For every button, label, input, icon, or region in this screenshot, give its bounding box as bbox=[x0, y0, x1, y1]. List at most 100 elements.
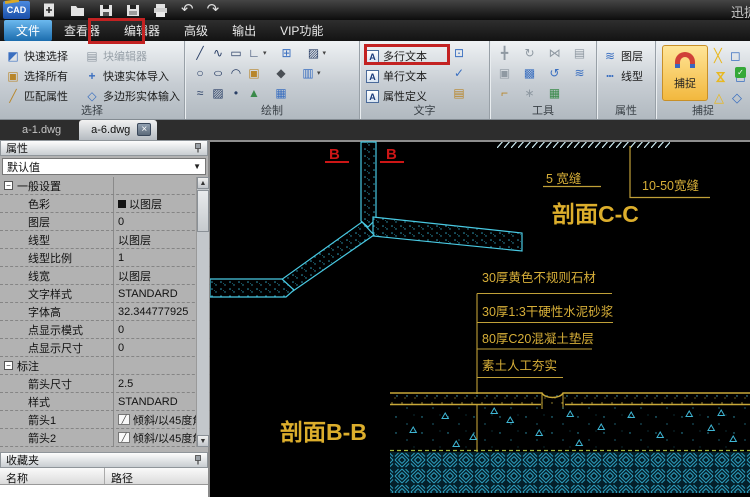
polygon-entity-input-icon: ◇ bbox=[85, 89, 99, 103]
section-general-settings[interactable]: − 一般设置 bbox=[0, 177, 210, 195]
scale-icon[interactable]: ▣ bbox=[496, 66, 513, 80]
polyline-dropdown-icon[interactable]: ▾ bbox=[263, 49, 267, 57]
redo-icon[interactable]: ↷ bbox=[207, 0, 220, 20]
save-icon[interactable] bbox=[99, 4, 113, 17]
property-row-linetype-scale[interactable]: 线型比例 1 bbox=[0, 249, 210, 267]
property-row-arrow2[interactable]: 箭头2 ╱ 倾斜/以45度角 bbox=[0, 429, 210, 447]
spell-check-icon[interactable]: ✓ bbox=[452, 66, 466, 86]
property-row-arrow1[interactable]: 箭头1 ╱ 倾斜/以45度角 bbox=[0, 411, 210, 429]
gap-label-5: 5 宽缝 bbox=[546, 171, 581, 186]
move-icon[interactable]: ╋ bbox=[496, 46, 513, 60]
menu-vip[interactable]: VIP功能 bbox=[268, 20, 335, 41]
property-row-linetype[interactable]: 线型 以图层 bbox=[0, 231, 210, 249]
snap-toggle-button[interactable]: ✓ 捕捉 bbox=[662, 45, 708, 101]
table-icon[interactable]: ▦ bbox=[274, 86, 288, 100]
scrollbar[interactable]: ▲ ▼ bbox=[196, 177, 209, 447]
hatch-icon[interactable]: ▨ bbox=[211, 86, 225, 100]
ribbon-group-draw: ╱ ∿ ▭ ∟ ▾ ⊞ ▨ ▾ ○ ○ ◠ ▣ ◆ ▥ ▾ ≈ ▨ • ▲ ▦ … bbox=[185, 41, 360, 119]
single-text-button[interactable]: A 单行文本 bbox=[360, 66, 452, 86]
preset-dropdown[interactable]: 默认值 ▼ bbox=[2, 158, 206, 175]
tab-a1-dwg[interactable]: a-1.dwg bbox=[7, 121, 76, 140]
polyline-icon[interactable]: ∟ bbox=[247, 46, 261, 60]
scroll-thumb[interactable] bbox=[197, 190, 209, 232]
section-dimension[interactable]: − 标注 bbox=[0, 357, 210, 375]
snap-midpoint-icon[interactable]: ⋈ bbox=[713, 70, 729, 83]
ground-hatch-strip bbox=[497, 142, 670, 148]
property-row-layer[interactable]: 图层 0 bbox=[0, 213, 210, 231]
section-bb-title: 剖面B-B bbox=[280, 419, 367, 445]
property-grid: − 一般设置 色彩 以图层 图层 0 线型 以图层 线型比例 1 线宽 以图层 … bbox=[0, 177, 210, 447]
array-icon[interactable]: ≋ bbox=[571, 66, 588, 80]
collapse-icon[interactable]: − bbox=[4, 361, 13, 370]
block-editor-button[interactable]: ▤ 块编辑器 bbox=[83, 46, 182, 66]
title-bar: CAD ↶ ↷ 迅捷 bbox=[0, 0, 750, 20]
menu-output[interactable]: 输出 bbox=[220, 20, 268, 41]
layer-label-4: 素土人工夯实 bbox=[482, 358, 557, 373]
pin-icon[interactable] bbox=[194, 455, 202, 465]
snap-node-icon[interactable]: ╳ bbox=[714, 48, 722, 64]
copy-object-icon[interactable]: ▥ bbox=[301, 66, 315, 80]
copy-dropdown-icon[interactable]: ▾ bbox=[317, 69, 321, 77]
ribbon-group-tools: ╋ ↻ ⋈ ▤ ▣ ▩ ↺ ≋ ⌐ ∗ ▦ 工具 bbox=[490, 41, 597, 119]
collapse-icon[interactable]: − bbox=[4, 181, 13, 190]
print-icon[interactable] bbox=[153, 4, 168, 17]
rotate-icon[interactable]: ↻ bbox=[521, 46, 538, 60]
brush-icon[interactable]: ◆ bbox=[274, 66, 288, 80]
copy-icon[interactable]: ▩ bbox=[521, 66, 538, 80]
tab-a6-dwg[interactable]: a-6.dwg × bbox=[79, 120, 157, 140]
layer-button[interactable]: ≋ 图层 bbox=[601, 46, 655, 66]
paste-icon[interactable]: ▤ bbox=[571, 46, 588, 60]
property-row-arrow-size[interactable]: 箭头尺寸 2.5 bbox=[0, 375, 210, 393]
property-row-point-size[interactable]: 点显示尺寸 0 bbox=[0, 339, 210, 357]
translate-icon[interactable]: ⊡ bbox=[452, 46, 466, 66]
drawing-canvas[interactable]: B B 5 宽缝 10-50宽缝 剖面C-C 30厚黄色不规则石材 30厚1:3… bbox=[210, 140, 750, 497]
undo-icon[interactable]: ↶ bbox=[181, 0, 194, 20]
wipeout-icon[interactable]: ▨ bbox=[307, 46, 321, 60]
group-label-select: 选择 bbox=[0, 102, 184, 118]
snap-endpoint-icon[interactable]: ◻ bbox=[730, 48, 741, 64]
pin-icon[interactable] bbox=[194, 143, 202, 153]
save-as-icon[interactable] bbox=[126, 4, 140, 17]
new-file-icon[interactable] bbox=[43, 3, 57, 17]
scroll-up-icon[interactable]: ▲ bbox=[197, 177, 209, 189]
property-row-text-style[interactable]: 文字样式 STANDARD bbox=[0, 285, 210, 303]
linetype-button[interactable]: ┅ 线型 bbox=[601, 66, 655, 86]
section-marker-b1: B bbox=[325, 146, 349, 163]
rectangle-icon[interactable]: ▭ bbox=[229, 46, 243, 60]
quick-entity-import-button[interactable]: + 快速实体导入 bbox=[83, 66, 182, 86]
line-icon[interactable]: ╱ bbox=[193, 46, 207, 60]
scroll-down-icon[interactable]: ▼ bbox=[197, 435, 209, 447]
fillet-icon[interactable]: ⌐ bbox=[496, 86, 513, 100]
property-row-color[interactable]: 色彩 以图层 bbox=[0, 195, 210, 213]
column-path[interactable]: 路径 bbox=[105, 468, 133, 484]
quick-select-button[interactable]: ◩ 快速选择 bbox=[4, 46, 83, 66]
menu-advanced[interactable]: 高级 bbox=[172, 20, 220, 41]
wipeout-dropdown-icon[interactable]: ▾ bbox=[323, 49, 327, 57]
favorites-list[interactable] bbox=[0, 485, 208, 497]
select-all-button[interactable]: ▣ 选择所有 bbox=[4, 66, 83, 86]
property-row-dim-style[interactable]: 样式 STANDARD bbox=[0, 393, 210, 411]
menu-file[interactable]: 文件 bbox=[4, 20, 52, 41]
explode-icon[interactable]: ∗ bbox=[521, 86, 538, 100]
block-insert-icon[interactable]: ⊞ bbox=[280, 46, 294, 60]
linetype-icon: ┅ bbox=[603, 69, 617, 83]
close-tab-icon[interactable]: × bbox=[137, 123, 151, 136]
image-icon[interactable]: ▣ bbox=[247, 66, 261, 80]
rotate-copy-icon[interactable]: ↺ bbox=[546, 66, 563, 80]
revcloud-icon[interactable]: ≈ bbox=[193, 86, 207, 100]
tree-image-icon[interactable]: ▲ bbox=[247, 86, 261, 100]
property-row-point-mode[interactable]: 点显示模式 0 bbox=[0, 321, 210, 339]
ellipse-icon[interactable]: ○ bbox=[208, 66, 228, 80]
oblique-arrow-icon: ╱ bbox=[118, 414, 130, 425]
property-row-font-height[interactable]: 字体高 32.344777925 bbox=[0, 303, 210, 321]
mirror-icon[interactable]: ⋈ bbox=[546, 46, 563, 60]
canvas-top-edge bbox=[210, 140, 750, 142]
open-file-icon[interactable] bbox=[70, 4, 86, 17]
arc-icon[interactable]: ◠ bbox=[229, 66, 243, 80]
point-icon[interactable]: • bbox=[229, 86, 243, 100]
column-name[interactable]: 名称 bbox=[0, 468, 105, 484]
property-row-lineweight[interactable]: 线宽 以图层 bbox=[0, 267, 210, 285]
circle-icon[interactable]: ○ bbox=[193, 66, 207, 80]
spline-icon[interactable]: ∿ bbox=[211, 46, 225, 60]
block-table-icon[interactable]: ▦ bbox=[546, 86, 563, 100]
